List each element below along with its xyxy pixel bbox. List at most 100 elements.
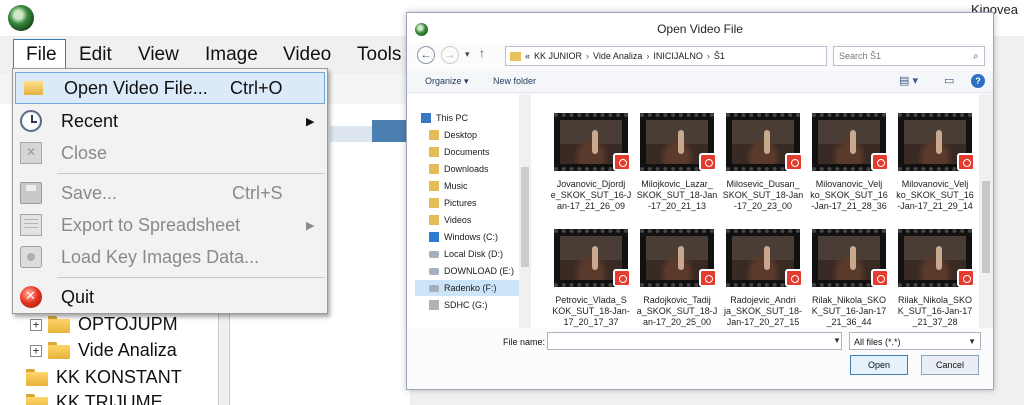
- search-input[interactable]: Search Š1: [833, 46, 985, 66]
- file-name-line: Petrovic_Vlada_S: [555, 295, 627, 305]
- search-icon[interactable]: ⌕: [973, 51, 988, 62]
- thumbnail-athlete: [678, 246, 684, 270]
- breadcrumb-separator-icon: ›: [706, 51, 710, 61]
- file-item[interactable]: Milojkovic_Lazar_ SKOK_SUT_18-Jan -17_20_2…: [633, 113, 721, 223]
- folder-icon: [48, 316, 70, 333]
- file-item[interactable]: Petrovic_Vlada_S KOK_SUT_18-Jan- 17_20_17_…: [547, 229, 635, 339]
- file-item[interactable]: Jovanovic_Djordj e_SKOK_SUT_16-J an-17_21_…: [547, 113, 635, 223]
- nav-item-windows-c[interactable]: Windows (C:): [429, 229, 498, 245]
- forward-arrow-icon[interactable]: →: [441, 46, 459, 64]
- file-name-dropdown-icon[interactable]: ▼: [833, 336, 841, 345]
- menu-item-quit[interactable]: Quit: [13, 281, 327, 313]
- open-button[interactable]: Open: [850, 355, 908, 375]
- video-thumbnail: [554, 229, 631, 287]
- file-name-line: SKOK_SUT_18-Jan: [636, 190, 718, 200]
- file-item[interactable]: Radojkovic_Tadij a_SKOK_SUT_18-J an-17_20_…: [633, 229, 721, 339]
- tree-expander-plus-icon[interactable]: +: [30, 344, 42, 357]
- breadcrumb-item[interactable]: INICIJALNO: [653, 51, 703, 61]
- menu-item-export-spreadsheet[interactable]: Export to Spreadsheet ▶: [13, 209, 327, 241]
- nav-item-label: Documents: [444, 147, 490, 157]
- menu-item-open-video-file[interactable]: Open Video File... Ctrl+O: [15, 72, 325, 104]
- nav-item-sdhc-g[interactable]: SDHC (G:): [429, 297, 488, 313]
- menu-edit[interactable]: Edit: [79, 44, 112, 66]
- drive-icon: [429, 284, 439, 292]
- nav-item-this-pc[interactable]: This PC: [421, 110, 468, 126]
- menu-item-close[interactable]: Close: [13, 137, 327, 169]
- organize-button[interactable]: Organize ▾: [425, 76, 469, 87]
- tree-item-label: KK TRIJUME: [56, 392, 163, 405]
- tree-item-optojupm[interactable]: + OPTOJUPM: [30, 314, 178, 335]
- recent-locations-dropdown-icon[interactable]: ▾: [465, 49, 470, 60]
- up-arrow-icon[interactable]: ↑: [479, 46, 485, 60]
- nav-item-download-e[interactable]: DOWNLOAD (E:): [429, 263, 514, 279]
- video-thumbnail: [898, 113, 975, 171]
- nav-item-music[interactable]: Music: [429, 178, 468, 194]
- nav-item-radenko-f[interactable]: Radenko (F:): [415, 280, 519, 296]
- file-name-line: an-17_21_26_09: [556, 201, 626, 211]
- address-bar[interactable]: « KK JUNIOR › Vide Analiza › INICIJALNO …: [505, 46, 827, 66]
- breadcrumb-item-current[interactable]: Š1: [714, 51, 725, 61]
- tree-item-kk-trijume[interactable]: KK TRIJUME: [26, 392, 163, 405]
- nav-item-videos[interactable]: Videos: [429, 212, 471, 228]
- file-name-line: _21_36_44: [826, 317, 872, 327]
- tree-item-kk-konstant[interactable]: KK KONSTANT: [26, 367, 182, 388]
- dialog-title-bar: Open Video File: [407, 13, 993, 43]
- file-name-text: Milovanovic_Velj ko_SKOK_SUT_16 -Jan-17_21…: [891, 179, 979, 212]
- nav-item-desktop[interactable]: Desktop: [429, 127, 477, 143]
- breadcrumb-item[interactable]: KK JUNIOR: [534, 51, 582, 61]
- nav-item-downloads[interactable]: Downloads: [429, 161, 489, 177]
- file-name-text: Milovanovic_Velj ko_SKOK_SUT_16 -Jan-17_21…: [805, 179, 893, 212]
- menu-item-recent[interactable]: Recent ▶: [13, 105, 327, 137]
- file-name-line: Jan-17_20_27_15: [726, 317, 800, 327]
- file-name-line: _21_37_28: [912, 317, 958, 327]
- thumbnail-athlete: [678, 130, 684, 154]
- file-name-line: Milovanovic_Velj: [815, 179, 883, 189]
- dialog-navigation-bar: ← → ▾ ↑ « KK JUNIOR › Vide Analiza › INI…: [407, 43, 993, 69]
- file-list-scroll-thumb[interactable]: [982, 181, 990, 273]
- file-name-text: Milojkovic_Lazar_ SKOK_SUT_18-Jan -17_20_2…: [633, 179, 721, 212]
- navigation-pane-scroll-thumb[interactable]: [521, 167, 529, 267]
- file-name-text: Rilak_Nikola_SKO K_SUT_16-Jan-17 _21_37_28: [891, 295, 979, 328]
- preview-pane-icon[interactable]: ▭: [944, 74, 954, 87]
- nav-item-documents[interactable]: Documents: [429, 144, 490, 160]
- nav-item-label: Windows (C:): [444, 232, 499, 242]
- breadcrumb-item[interactable]: Vide Analiza: [593, 51, 642, 61]
- menu-image[interactable]: Image: [205, 44, 258, 66]
- file-name-line: KOK_SUT_18-Jan-: [552, 306, 630, 316]
- menu-item-label: Open Video File...: [64, 77, 208, 98]
- menu-item-load-key-images[interactable]: Load Key Images Data...: [13, 241, 327, 273]
- file-name-line: SKOK_SUT_18-Jan: [722, 190, 804, 200]
- nav-item-local-disk-d[interactable]: Local Disk (D:): [429, 246, 503, 262]
- file-item[interactable]: Milosevic_Dusan_ SKOK_SUT_18-Jan -17_20_23…: [719, 113, 807, 223]
- tree-item-label: OPTOJUPM: [78, 314, 178, 334]
- menu-tools[interactable]: Tools: [357, 44, 401, 66]
- file-item[interactable]: Rilak_Nikola_SKO K_SUT_16-Jan-17 _21_36_44: [805, 229, 893, 339]
- change-view-icon[interactable]: ▤ ▾: [899, 74, 918, 87]
- key-images-icon: [20, 246, 42, 268]
- submenu-arrow-icon: ▶: [306, 219, 315, 232]
- menu-video[interactable]: Video: [283, 44, 331, 66]
- close-document-icon: [20, 142, 42, 164]
- tree-expander-plus-icon[interactable]: +: [30, 318, 42, 331]
- folder-icon: [429, 215, 439, 225]
- quit-icon: [20, 286, 42, 308]
- navigation-pane: This PC Desktop Documents Downloads Musi…: [407, 94, 533, 328]
- file-item[interactable]: Rilak_Nikola_SKO K_SUT_16-Jan-17 _21_37_28: [891, 229, 979, 339]
- menu-view[interactable]: View: [138, 44, 179, 66]
- breadcrumb-overflow[interactable]: «: [525, 51, 530, 61]
- file-item[interactable]: Radojevic_Andri ja_SKOK_SUT_18- Jan-17_20_…: [719, 229, 807, 339]
- video-thumbnail: [812, 229, 889, 287]
- folder-icon: [48, 342, 70, 359]
- file-item[interactable]: Milovanovic_Velj ko_SKOK_SUT_16 -Jan-17_21…: [891, 113, 979, 223]
- file-name-input[interactable]: [547, 332, 842, 350]
- windows-drive-icon: [429, 232, 439, 242]
- nav-item-pictures[interactable]: Pictures: [429, 195, 477, 211]
- back-arrow-icon[interactable]: ←: [417, 46, 435, 64]
- help-icon[interactable]: ?: [971, 74, 985, 88]
- tree-item-vide-analiza[interactable]: + Vide Analiza: [30, 340, 177, 361]
- cancel-button[interactable]: Cancel: [921, 355, 979, 375]
- file-type-filter-select[interactable]: All files (*.*) ▼: [849, 332, 981, 350]
- new-folder-button[interactable]: New folder: [493, 76, 536, 86]
- menu-item-save[interactable]: Save... Ctrl+S: [13, 177, 327, 209]
- file-item[interactable]: Milovanovic_Velj ko_SKOK_SUT_16 -Jan-17_21…: [805, 113, 893, 223]
